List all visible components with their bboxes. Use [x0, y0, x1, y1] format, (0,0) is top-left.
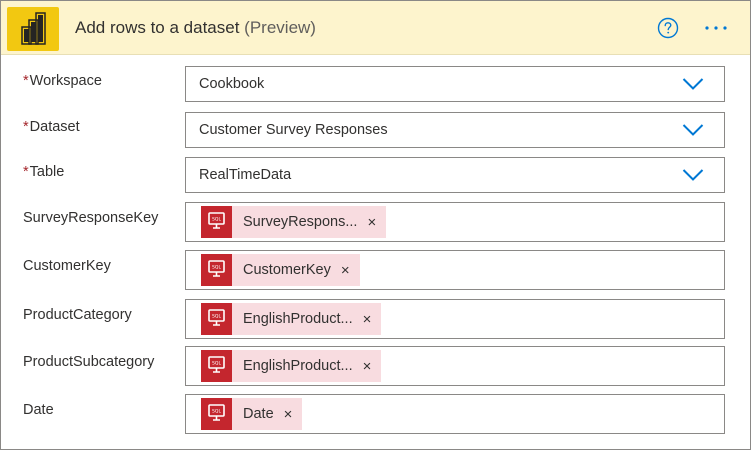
- ellipsis-icon[interactable]: [701, 17, 733, 39]
- product-category-input[interactable]: SQL EnglishProduct... ×: [185, 299, 725, 339]
- dataset-label-text: Dataset: [29, 119, 80, 135]
- required-marker: *: [23, 164, 29, 180]
- product-subcategory-label: ProductSubcategory: [23, 354, 155, 370]
- token-label: EnglishProduct...: [243, 358, 353, 374]
- workspace-dropdown[interactable]: Cookbook: [185, 66, 725, 102]
- customer-key-label: CustomerKey: [23, 258, 111, 274]
- remove-token-button[interactable]: ×: [274, 406, 303, 423]
- sql-icon: SQL: [201, 206, 232, 238]
- dynamic-content-token[interactable]: SQL Date ×: [201, 398, 303, 430]
- table-label-text: Table: [29, 164, 65, 180]
- table-value: RealTimeData: [199, 167, 292, 183]
- survey-response-key-input[interactable]: SQL SurveyRespons... ×: [185, 202, 725, 242]
- action-card: Add rows to a dataset (Preview) *Workspa…: [0, 0, 751, 450]
- chevron-down-icon: [682, 124, 704, 136]
- remove-token-button[interactable]: ×: [331, 262, 360, 279]
- date-label: Date: [23, 402, 54, 418]
- required-marker: *: [23, 119, 29, 135]
- table-label: *Table: [23, 164, 64, 180]
- remove-token-button[interactable]: ×: [353, 358, 382, 375]
- token-label: EnglishProduct...: [243, 311, 353, 327]
- workspace-label-text: Workspace: [29, 73, 102, 89]
- dataset-label: *Dataset: [23, 119, 80, 135]
- dynamic-content-token[interactable]: SQL CustomerKey ×: [201, 254, 360, 286]
- dataset-value: Customer Survey Responses: [199, 122, 388, 138]
- survey-response-key-label: SurveyResponseKey: [23, 210, 159, 226]
- product-category-label: ProductCategory: [23, 307, 132, 323]
- power-bi-icon: [7, 7, 59, 51]
- required-marker: *: [23, 73, 29, 89]
- sql-icon-label: SQL: [212, 217, 221, 223]
- date-input[interactable]: SQL Date ×: [185, 394, 725, 434]
- chevron-down-icon: [682, 169, 704, 181]
- token-label: CustomerKey: [243, 262, 331, 278]
- sql-icon-label: SQL: [212, 409, 221, 415]
- sql-icon: SQL: [201, 350, 232, 382]
- dynamic-content-token[interactable]: SQL EnglishProduct... ×: [201, 303, 382, 335]
- card-header[interactable]: Add rows to a dataset (Preview): [1, 1, 750, 55]
- remove-token-button[interactable]: ×: [353, 311, 382, 328]
- table-dropdown[interactable]: RealTimeData: [185, 157, 725, 193]
- preview-tag: (Preview): [244, 18, 316, 37]
- card-title-text: Add rows to a dataset: [75, 18, 240, 37]
- remove-token-button[interactable]: ×: [357, 214, 386, 231]
- sql-icon-label: SQL: [212, 314, 221, 320]
- sql-icon-label: SQL: [212, 361, 221, 367]
- card-title: Add rows to a dataset (Preview): [75, 18, 316, 38]
- sql-icon-label: SQL: [212, 265, 221, 271]
- dynamic-content-token[interactable]: SQL SurveyRespons... ×: [201, 206, 387, 238]
- product-subcategory-input[interactable]: SQL EnglishProduct... ×: [185, 346, 725, 386]
- dataset-dropdown[interactable]: Customer Survey Responses: [185, 112, 725, 148]
- sql-icon: SQL: [201, 398, 232, 430]
- customer-key-input[interactable]: SQL CustomerKey ×: [185, 250, 725, 290]
- token-label: Date: [243, 406, 274, 422]
- chevron-down-icon: [682, 78, 704, 90]
- help-circle-icon[interactable]: [657, 17, 679, 39]
- sql-icon: SQL: [201, 254, 232, 286]
- workspace-value: Cookbook: [199, 76, 265, 92]
- sql-icon: SQL: [201, 303, 232, 335]
- token-label: SurveyRespons...: [243, 214, 358, 230]
- workspace-label: *Workspace: [23, 73, 102, 89]
- dynamic-content-token[interactable]: SQL EnglishProduct... ×: [201, 350, 382, 382]
